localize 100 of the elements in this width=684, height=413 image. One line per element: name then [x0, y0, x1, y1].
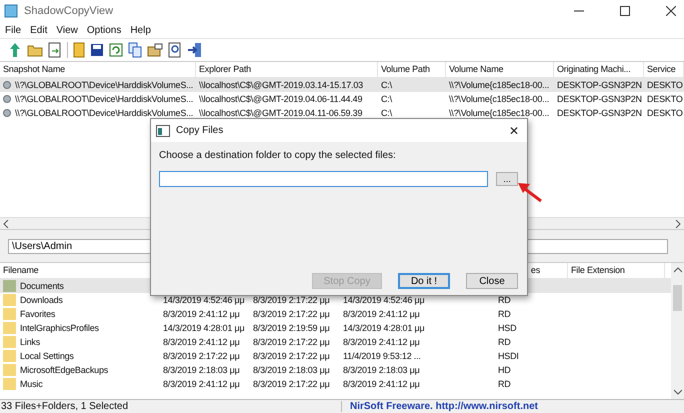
table-cell: 8/3/2019 2:41:12 μμ: [343, 309, 420, 319]
table-cell: 8/3/2019 2:17:22 μμ: [253, 351, 330, 361]
table-cell: Local Settings: [20, 351, 74, 361]
table-cell: 14/3/2019 4:52:46 μμ: [163, 295, 244, 305]
table-cell: HSD: [498, 323, 516, 333]
menu-item[interactable]: View: [53, 24, 84, 36]
table-cell: 8/3/2019 2:17:22 μμ: [253, 337, 330, 347]
refresh-icon[interactable]: [109, 43, 123, 57]
table-cell: DESKTOP-GSN3P2N: [557, 80, 642, 90]
table-cell: 8/3/2019 2:41:12 μμ: [163, 309, 240, 319]
menu-item[interactable]: Edit: [27, 24, 54, 36]
column-header[interactable]: Explorer Path: [196, 62, 378, 77]
column-header[interactable]: Service: [644, 62, 684, 77]
column-header[interactable]: File Extension: [568, 263, 665, 278]
search-icon[interactable]: [168, 42, 182, 58]
table-cell: 14/3/2019 4:28:01 μμ: [343, 323, 424, 333]
status-text: 33 Files+Folders, 1 Selected: [0, 401, 130, 412]
file-row[interactable]: Links 8/3/2019 2:41:12 μμ 8/3/2019 2:17:22 μμ 8/3/2019 2:41:12 μμ RD: [0, 335, 671, 349]
close-button[interactable]: ✕: [500, 124, 527, 138]
table-cell: 8/3/2019 2:18:03 μμ: [253, 365, 330, 375]
table-cell: 11/4/2019 9:53:12 ...: [343, 351, 421, 361]
dialog-button[interactable]: Do it !: [398, 273, 450, 289]
file-row[interactable]: MicrosoftEdgeBackups 8/3/2019 2:18:03 μμ 8/3/2019 2:18:03 μμ 8/3/2019 2:18:03 μμ HD: [0, 363, 671, 377]
file-row[interactable]: IntelGraphicsProfiles 14/3/2019 4:28:01 μμ 8/3/2019 2:19:59 μμ 14/3/2019 4:28:01 μμ HSD: [0, 321, 671, 335]
table-cell: Favorites: [20, 309, 56, 319]
table-cell: \\localhost\C$\@GMT-2019.04.11-06.59.39: [199, 108, 362, 118]
prompt-text: Choose a destination folder to copy the selected files:: [159, 150, 397, 161]
table-cell: 8/3/2019 2:41:12 μμ: [343, 379, 420, 389]
app-icon: [4, 4, 18, 18]
table-cell: 8/3/2019 2:17:22 μμ: [253, 295, 330, 305]
table-cell: C:\: [381, 94, 392, 104]
table-cell: \\?\GLOBALROOT\Device\HarddiskVolumeS...: [15, 80, 194, 90]
document-icon[interactable]: [48, 42, 62, 58]
dialog-title: Copy Files: [176, 125, 224, 136]
menu-item[interactable]: File: [2, 24, 28, 36]
window-title: ShadowCopyView: [24, 5, 114, 17]
table-cell: RD: [498, 337, 511, 347]
menu-item[interactable]: Help: [127, 24, 157, 36]
snapshot-row[interactable]: \\?\GLOBALROOT\Device\HarddiskVolumeS... \\localhost\C$\@GMT-2019.04.11-06.59.39 C:\ \\?\Volume{c185ec18-00... DESKTOP-GSN3P2N DESKTO: [0, 106, 684, 120]
table-cell: HD: [498, 365, 511, 375]
table-cell: \\?\GLOBALROOT\Device\HarddiskVolumeS...: [15, 108, 194, 118]
table-cell: Links: [20, 337, 40, 347]
file-row[interactable]: Local Settings 8/3/2019 2:17:22 μμ 8/3/2019 2:17:22 μμ 11/4/2019 9:53:12 ... HSDI: [0, 349, 671, 363]
table-cell: \\?\Volume{c185ec18-00...: [449, 108, 550, 118]
table-cell: 8/3/2019 2:18:03 μμ: [163, 365, 240, 375]
table-cell: RD: [498, 309, 511, 319]
file-row[interactable]: Music 8/3/2019 2:41:12 μμ 8/3/2019 2:17:22 μμ 8/3/2019 2:41:12 μμ RD: [0, 377, 671, 391]
vertical-scrollbar[interactable]: [671, 263, 684, 399]
properties-icon[interactable]: [147, 43, 163, 57]
table-cell: 8/3/2019 2:17:22 μμ: [253, 309, 330, 319]
pointer-arrow: [517, 181, 543, 203]
maximize-icon[interactable]: [620, 6, 630, 16]
table-cell: \\?\Volume{c185ec18-00...: [449, 80, 550, 90]
scroll-thumb[interactable]: [673, 285, 682, 311]
table-cell: Downloads: [20, 295, 63, 305]
table-cell: 8/3/2019 2:17:22 μμ: [163, 351, 240, 361]
table-cell: \\localhost\C$\@GMT-2019.03.14-15.17.03: [199, 80, 363, 90]
table-cell: HSDI: [498, 351, 519, 361]
snapshot-row[interactable]: \\?\GLOBALROOT\Device\HarddiskVolumeS... \\localhost\C$\@GMT-2019.04.06-11.44.49 C:\ \\?\Volume{c185ec18-00... DESKTOP-GSN3P2N DESKTO: [0, 92, 684, 106]
column-header[interactable]: Volume Path: [378, 62, 446, 77]
dialog-button[interactable]: Close: [466, 273, 518, 289]
dialog-icon: [156, 124, 170, 136]
table-cell: 8/3/2019 2:17:22 μμ: [253, 379, 330, 389]
file-row[interactable]: Favorites 8/3/2019 2:41:12 μμ 8/3/2019 2:17:22 μμ 8/3/2019 2:41:12 μμ RD: [0, 307, 671, 321]
column-header[interactable]: Originating Machi...: [554, 62, 644, 77]
table-cell: RD: [498, 379, 511, 389]
file-row[interactable]: Downloads 14/3/2019 4:52:46 μμ 8/3/2019 2:17:22 μμ 14/3/2019 4:52:46 μμ RD: [0, 293, 671, 307]
exit-icon[interactable]: [187, 42, 203, 58]
table-cell: \\localhost\C$\@GMT-2019.04.06-11.44.49: [199, 94, 362, 104]
credit-link[interactable]: NirSoft Freeware. http://www.nirsoft.net: [341, 401, 538, 412]
arrow-up-icon[interactable]: [8, 42, 22, 58]
table-cell: IntelGraphicsProfiles: [20, 323, 99, 333]
table-cell: 14/3/2019 4:28:01 μμ: [163, 323, 244, 333]
table-cell: 8/3/2019 2:41:12 μμ: [163, 337, 240, 347]
copy-icon[interactable]: [128, 42, 142, 58]
menu-item[interactable]: Options: [84, 24, 128, 36]
table-cell: MicrosoftEdgeBackups: [20, 365, 108, 375]
table-cell: DESKTO: [647, 94, 683, 104]
table-cell: DESKTO: [647, 108, 683, 118]
table-cell: 8/3/2019 2:41:12 μμ: [163, 379, 240, 389]
scroll-up-icon[interactable]: [674, 267, 682, 273]
table-cell: 8/3/2019 2:18:03 μμ: [343, 365, 420, 375]
folder-field[interactable]: [159, 171, 488, 187]
column-header[interactable]: Volume Name: [446, 62, 554, 77]
table-cell: \\?\Volume{c185ec18-00...: [449, 94, 550, 104]
column-header[interactable]: Snapshot Name: [0, 62, 196, 77]
scroll-right-icon[interactable]: [675, 220, 681, 228]
scroll-down-icon[interactable]: [674, 389, 682, 395]
table-cell: DESKTOP-GSN3P2N: [557, 94, 642, 104]
table-cell: 8/3/2019 2:19:59 μμ: [253, 323, 330, 333]
snapshot-row[interactable]: \\?\GLOBALROOT\Device\HarddiskVolumeS... \\localhost\C$\@GMT-2019.03.14-15.17.03 C:\ \\?\Volume{c185ec18-00... DESKTOP-GSN3P2N DESKTO: [0, 78, 684, 92]
table-cell: 8/3/2019 2:41:12 μμ: [343, 337, 420, 347]
table-cell: 14/3/2019 4:52:46 μμ: [343, 295, 424, 305]
scroll-left-icon[interactable]: [3, 220, 9, 228]
table-cell: Music: [20, 379, 43, 389]
close-icon[interactable]: [666, 6, 676, 16]
table-cell: \\?\GLOBALROOT\Device\HarddiskVolumeS...: [15, 94, 194, 104]
save-icon[interactable]: [90, 43, 104, 57]
browse-button[interactable]: ...: [496, 172, 518, 186]
table-cell: DESKTOP-GSN3P2N: [557, 108, 642, 118]
